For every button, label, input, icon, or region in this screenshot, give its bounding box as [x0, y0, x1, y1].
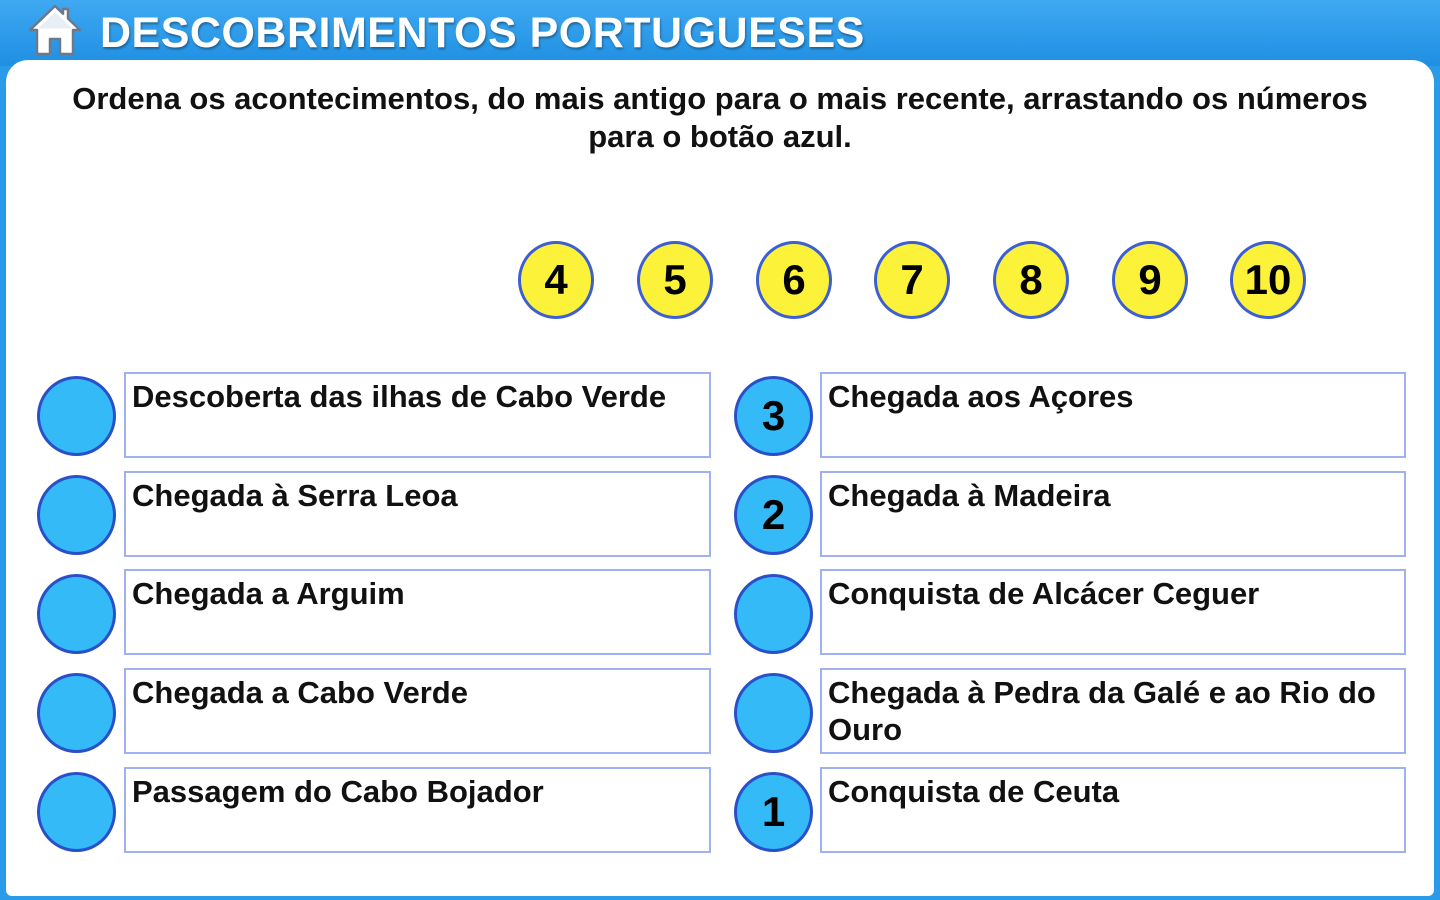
event-box: Chegada à Serra Leoa	[124, 471, 711, 557]
event-box: Chegada a Cabo Verde	[124, 668, 711, 754]
number-token-6[interactable]: 6	[756, 241, 832, 319]
event-box: Passagem do Cabo Bojador	[124, 767, 711, 853]
home-button[interactable]	[26, 2, 84, 58]
app-title: DESCOBRIMENTOS PORTUGUESES	[100, 9, 865, 57]
number-token-8[interactable]: 8	[993, 241, 1069, 319]
number-token-5[interactable]: 5	[637, 241, 713, 319]
number-token-4[interactable]: 4	[518, 241, 594, 319]
number-token-7[interactable]: 7	[874, 241, 950, 319]
number-token-9[interactable]: 9	[1112, 241, 1188, 319]
answer-slot[interactable]: 1	[734, 772, 813, 852]
event-box: Conquista de Alcácer Ceguer	[820, 569, 1406, 655]
event-box: Chegada à Pedra da Galé e ao Rio do Ouro	[820, 668, 1406, 754]
event-box: Chegada a Arguim	[124, 569, 711, 655]
event-box: Chegada à Madeira	[820, 471, 1406, 557]
house-icon	[28, 4, 82, 56]
answer-slot[interactable]	[734, 673, 813, 753]
answer-slot[interactable]: 2	[734, 475, 813, 555]
answer-slot[interactable]	[37, 574, 116, 654]
event-box: Chegada aos Açores	[820, 372, 1406, 458]
answer-slot[interactable]	[37, 772, 116, 852]
app-header: DESCOBRIMENTOS PORTUGUESES	[0, 0, 1440, 66]
answer-slot[interactable]: 3	[734, 376, 813, 456]
answer-slot[interactable]	[37, 376, 116, 456]
answer-slot[interactable]	[37, 475, 116, 555]
answer-slot[interactable]	[734, 574, 813, 654]
answer-slot[interactable]	[37, 673, 116, 753]
main-panel: Ordena os acontecimentos, do mais antigo…	[6, 60, 1434, 896]
event-box: Descoberta das ilhas de Cabo Verde	[124, 372, 711, 458]
event-box: Conquista de Ceuta	[820, 767, 1406, 853]
number-token-10[interactable]: 10	[1230, 241, 1306, 319]
instructions-text: Ordena os acontecimentos, do mais antigo…	[72, 81, 1368, 154]
